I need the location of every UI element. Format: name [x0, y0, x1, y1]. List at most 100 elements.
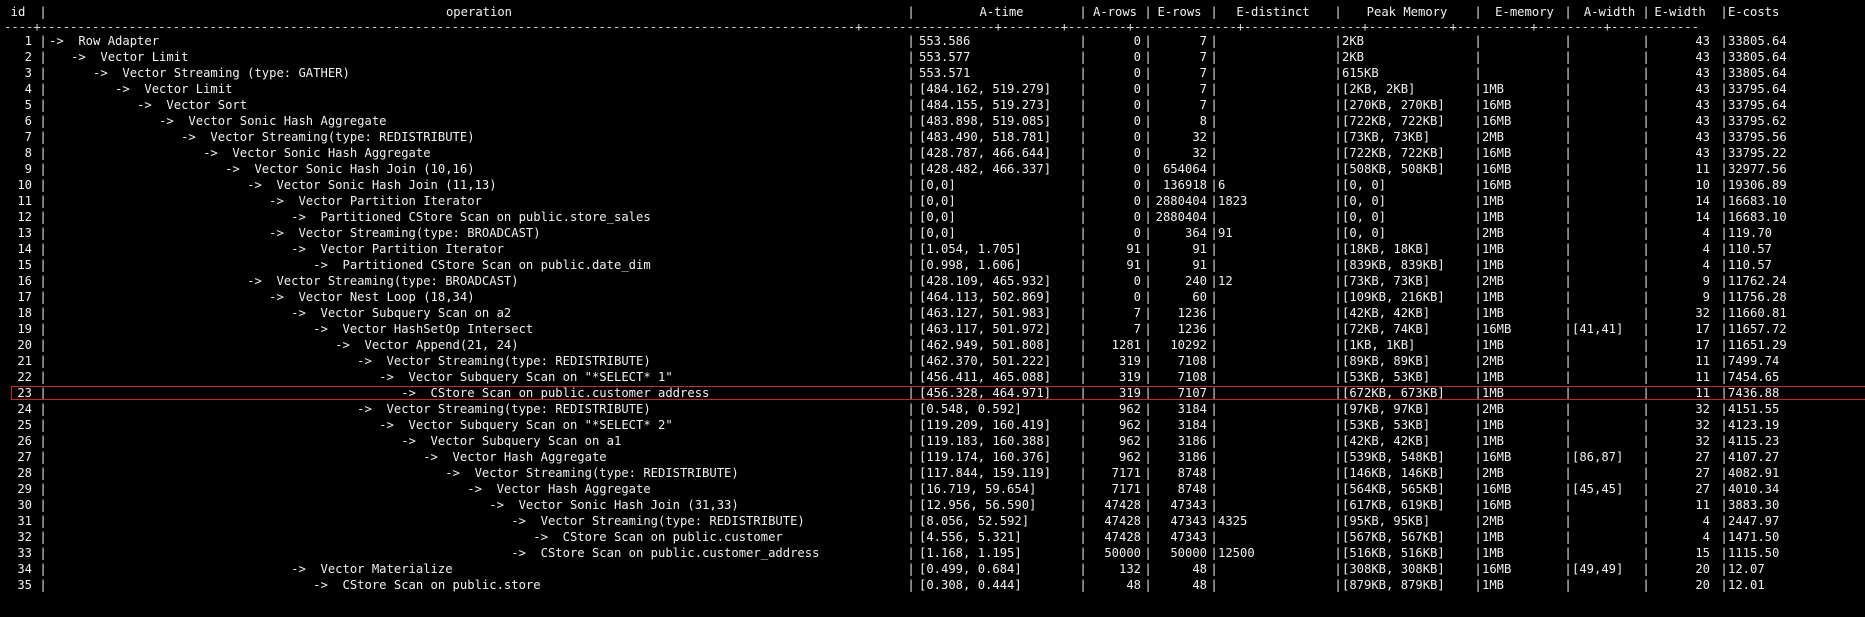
row-id: 28 [17, 466, 32, 480]
row-a-time: [0.308, 0.444] [919, 578, 1022, 592]
row-operation: -> Vector Materialize [49, 562, 453, 576]
table-row: 17 | -> Vector Nest Loop (18,34) | [464.113… [4, 289, 1862, 305]
table-row: 3 | -> Vector Streaming (type: GATHER) | 55… [4, 65, 1862, 81]
row-e-costs: 7499.74 [1728, 354, 1780, 368]
table-row: 8 | -> Vector Sonic Hash Aggregate | [428.7… [4, 145, 1862, 161]
row-e-rows: 7 [1199, 82, 1207, 96]
table-row: 15 | -> Partitioned CStore Scan on public… [4, 257, 1862, 273]
row-a-rows: 0 [1133, 274, 1141, 288]
row-e-costs: 33805.64 [1728, 34, 1787, 48]
row-e-width: 14 [1695, 210, 1710, 224]
row-id: 6 [24, 114, 32, 128]
row-e-memory: 1MB [1482, 370, 1505, 384]
row-e-width: 4 [1702, 242, 1710, 256]
row-e-width: 27 [1695, 450, 1710, 464]
row-e-width: 43 [1695, 146, 1710, 160]
row-e-memory: 16MB [1482, 162, 1512, 176]
row-operation: -> Vector HashSetOp Intersect [49, 322, 534, 336]
row-id: 25 [17, 418, 32, 432]
row-operation: -> Vector Streaming(type: REDISTRIBUTE) [49, 130, 475, 144]
row-e-costs: 1115.50 [1728, 546, 1780, 560]
row-a-rows: 0 [1133, 114, 1141, 128]
row-e-width: 11 [1695, 370, 1710, 384]
row-a-rows: 47428 [1104, 498, 1141, 512]
row-a-time: [463.127, 501.983] [919, 306, 1052, 320]
row-a-rows: 0 [1133, 226, 1141, 240]
row-e-rows: 47343 [1170, 530, 1207, 544]
table-row: 22 | -> Vector Subquery Scan on "*SELECT*… [4, 369, 1862, 385]
row-e-costs: 7436.88 [1728, 386, 1780, 400]
table-row: 24 | -> Vector Streaming(type: REDISTRIBU… [4, 401, 1862, 417]
row-peak-memory: [0, 0] [1342, 178, 1387, 192]
row-e-costs: 11762.24 [1728, 274, 1787, 288]
row-e-width: 20 [1695, 578, 1710, 592]
row-e-width: 17 [1695, 338, 1710, 352]
row-e-memory: 1MB [1482, 338, 1505, 352]
table-row: 9 | -> Vector Sonic Hash Join (10,16) | [42… [4, 161, 1862, 177]
row-a-time: [1.168, 1.195] [919, 546, 1022, 560]
table-row: 10 | -> Vector Sonic Hash Join (11,13) | [0… [4, 177, 1862, 193]
row-a-width: [49,49] [1572, 562, 1624, 576]
row-operation: -> Vector Streaming(type: REDISTRIBUTE) [49, 514, 805, 528]
row-e-rows: 7 [1199, 34, 1207, 48]
row-e-costs: 32977.56 [1728, 162, 1787, 176]
row-e-width: 32 [1695, 306, 1710, 320]
table-row: 18 | -> Vector Subquery Scan on a2 | [463.1… [4, 305, 1862, 321]
row-a-time: [4.556, 5.321] [919, 530, 1022, 544]
row-peak-memory: [42KB, 42KB] [1342, 306, 1431, 320]
row-e-costs: 12.07 [1728, 562, 1765, 576]
row-a-width: [41,41] [1572, 322, 1624, 336]
row-e-memory: 1MB [1482, 210, 1505, 224]
row-e-costs: 4082.91 [1728, 466, 1780, 480]
row-e-memory: 16MB [1482, 450, 1512, 464]
row-e-costs: 110.57 [1728, 258, 1773, 272]
table-row: 16 | -> Vector Streaming(type: BROADCAST)… [4, 273, 1862, 289]
table-row: 28 | -> Vector Streaming(type: REDISTRIBU… [4, 465, 1862, 481]
row-a-rows: 7 [1133, 322, 1141, 336]
row-a-time: [464.113, 502.869] [919, 290, 1052, 304]
row-a-rows: 0 [1133, 50, 1141, 64]
row-e-memory: 2MB [1482, 402, 1505, 416]
row-operation: -> Vector Sonic Hash Join (10,16) [49, 162, 475, 176]
row-e-memory: 1MB [1482, 242, 1505, 256]
row-operation: -> Vector Streaming(type: REDISTRIBUTE) [49, 402, 651, 416]
row-e-rows: 32 [1192, 146, 1207, 160]
row-operation: -> CStore Scan on public.store [49, 578, 541, 592]
row-peak-memory: [839KB, 839KB] [1342, 258, 1445, 272]
row-e-costs: 3883.30 [1728, 498, 1780, 512]
row-operation: -> Vector Streaming(type: REDISTRIBUTE) [49, 354, 651, 368]
table-row: 32 | -> CStore Scan on public.customer | [4… [4, 529, 1862, 545]
row-a-rows: 47428 [1104, 514, 1141, 528]
table-row: 11 | -> Vector Partition Iterator | [0,0] | 0… [4, 193, 1862, 209]
row-e-costs: 1471.50 [1728, 530, 1780, 544]
row-e-memory: 16MB [1482, 322, 1512, 336]
row-a-rows: 50000 [1104, 546, 1141, 560]
row-e-width: 11 [1695, 498, 1710, 512]
row-operation: -> Row Adapter [49, 34, 160, 48]
row-e-costs: 119.70 [1728, 226, 1773, 240]
row-e-rows: 91 [1192, 242, 1207, 256]
row-id: 10 [17, 178, 32, 192]
row-e-width: 43 [1695, 82, 1710, 96]
row-id: 8 [24, 146, 32, 160]
row-e-memory: 1MB [1482, 194, 1505, 208]
row-e-width: 4 [1702, 258, 1710, 272]
row-e-costs: 33795.56 [1728, 130, 1787, 144]
row-e-costs: 4107.27 [1728, 450, 1780, 464]
header-e-costs: E-costs [1728, 5, 1780, 19]
row-a-time: [0.998, 1.606] [919, 258, 1022, 272]
row-a-time: [119.209, 160.419] [919, 418, 1052, 432]
row-a-time: [483.490, 518.781] [919, 130, 1052, 144]
row-e-costs: 19306.89 [1728, 178, 1787, 192]
row-e-width: 4 [1702, 514, 1710, 528]
row-a-rows: 0 [1133, 162, 1141, 176]
row-id: 22 [17, 370, 32, 384]
row-operation: -> Vector Partition Iterator [49, 194, 482, 208]
row-e-costs: 33795.64 [1728, 82, 1787, 96]
row-operation: -> Vector Nest Loop (18,34) [49, 290, 475, 304]
row-operation: -> Vector Streaming(type: REDISTRIBUTE) [49, 466, 739, 480]
row-operation: -> Vector Sonic Hash Aggregate [49, 114, 387, 128]
row-operation: -> Vector Sonic Hash Join (31,33) [49, 498, 739, 512]
row-e-rows: 91 [1192, 258, 1207, 272]
row-peak-memory: [508KB, 508KB] [1342, 162, 1445, 176]
